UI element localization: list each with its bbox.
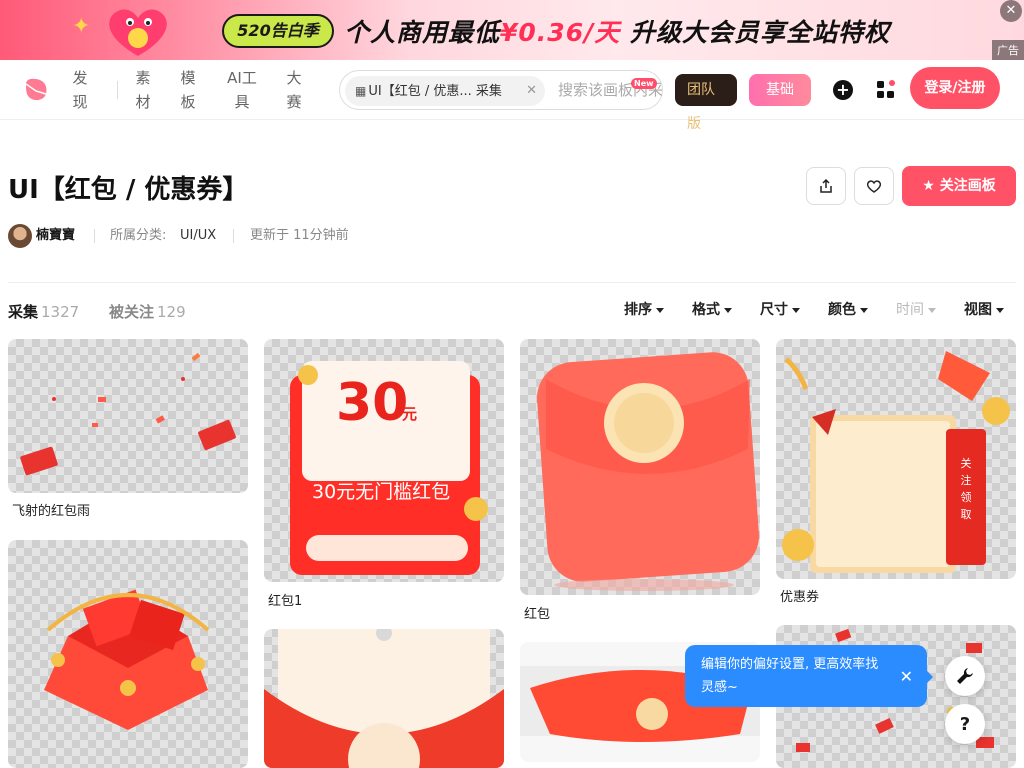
preference-toast: 编辑你的偏好设置, 更高效率找灵感~ ✕ [685,645,933,707]
pin-image [8,339,248,493]
tab-followers-count: 129 [157,303,186,321]
filter-color-label: 颜色 [828,302,856,318]
3d-red-envelope-art [537,352,759,591]
coupon-unit: 元 [402,405,418,423]
filter-view[interactable]: 视图 [964,299,1004,319]
board-grid-icon: ▦ [355,84,367,98]
envelope-letter-art [264,629,504,768]
star-icon: ★ [922,178,935,194]
promo-price: ¥0.36/天 [500,18,621,47]
header-divider [8,282,1016,283]
520-badge: 520告白季 [222,14,334,48]
ad-label: 广告 [992,40,1024,60]
avatar[interactable] [8,224,32,248]
chevron-down-icon [928,307,936,313]
filter-format[interactable]: 格式 [692,299,732,319]
banner-close-button[interactable]: ✕ [1000,0,1022,22]
pin-image [520,339,760,595]
create-plus-icon[interactable]: + [833,80,853,100]
nav-ai-tools[interactable]: AI工具 [224,66,260,114]
filter-sort[interactable]: 排序 [624,299,664,319]
nav-discover[interactable]: 发现 [71,66,89,114]
promo-banner[interactable]: ✦ 520告白季 个人商用最低¥0.36/天 升级大会员享全站特权 ✕ 广告 [0,0,1024,60]
pin-image: 30 元 30元无门槛红包 [264,339,504,582]
chevron-down-icon [996,307,1004,313]
filter-time: 时间 [896,299,936,319]
chevron-down-icon [724,307,732,313]
promo-text: 个人商用最低¥0.36/天 升级大会员享全站特权 [344,13,890,49]
nav-contest[interactable]: 大赛 [285,66,303,114]
search-bar[interactable]: ▦UI【红包 / 优惠... 采集 ✕ 搜索该画板内采集 [339,70,663,110]
coupon-voucher-art [782,351,1010,573]
pin-image: 关注领取 [776,339,1016,579]
basic-plan-button[interactable]: 基础 [749,74,811,106]
nav-separator [117,81,118,99]
filter-format-label: 格式 [692,302,720,318]
mascot-heart-image [109,9,167,57]
help-icon: ? [959,713,971,735]
wrench-icon [957,668,973,684]
pin-caption: 飞射的红包雨 [12,504,91,519]
tab-followers-label: 被关注 [109,303,155,321]
tab-followers[interactable]: 被关注 129 [109,301,186,322]
coupon-amount: 30 [336,373,409,433]
sparkle-icon: ✦ [72,14,91,39]
filter-size[interactable]: 尺寸 [760,299,800,319]
category-value[interactable]: UI/UX [180,226,216,246]
like-button[interactable] [854,167,894,205]
gift-box-envelopes-art [44,589,210,730]
updated-time: 更新于 11分钟前 [250,228,349,243]
team-plan-suffix: 版 [687,116,701,132]
pin-image [264,629,504,768]
login-register-button[interactable]: 登录/注册 [910,67,1000,109]
search-scope-label: UI【红包 / 优惠... 采集 [368,84,502,99]
search-scope-chip[interactable]: ▦ UI【红包 / 优惠... 采集 ✕ [345,76,545,106]
board-title: UI【红包 / 优惠券】 [8,175,249,205]
coupon-tag-text: 关注领取 [960,457,972,521]
logo-icon[interactable] [22,76,50,104]
follow-board-button[interactable]: ★ 关注画板 [902,166,1016,206]
apps-grid-icon[interactable] [876,80,896,100]
pin-caption: 红包 [524,607,551,622]
coupon-envelope-text: 30元无门槛红包 [312,481,451,503]
team-plan-button[interactable]: 团队 [675,74,737,106]
filter-color[interactable]: 颜色 [828,299,868,319]
pin-caption: 红包1 [268,594,303,609]
share-button[interactable] [806,167,846,205]
tab-collections-label: 采集 [8,303,39,321]
category-label: 所属分类: [110,228,167,243]
tab-collections[interactable]: 采集 1327 [8,301,79,322]
top-nav: 发现 素材 模板 AI工具 大赛 ▦ UI【红包 / 优惠... 采集 ✕ 搜索该… [0,60,1024,120]
chevron-down-icon [656,307,664,313]
filter-sort-label: 排序 [624,302,652,318]
help-button[interactable]: ? [945,704,985,744]
settings-wrench-button[interactable] [945,656,985,696]
pin-caption: 优惠券 [780,590,820,605]
heart-icon [866,180,882,193]
red-envelope-rain-art [20,352,236,476]
toast-close-icon[interactable]: ✕ [900,665,913,688]
chevron-down-icon [792,307,800,313]
follow-board-label: 关注画板 [939,178,996,194]
filter-size-label: 尺寸 [760,302,788,318]
promo-suffix: 升级大会员享全站特权 [629,18,890,47]
tab-collections-count: 1327 [41,303,80,321]
nav-materials[interactable]: 素材 [134,66,152,114]
promo-prefix: 个人商用最低 [344,18,501,47]
toast-message: 编辑你的偏好设置, 更高效率找灵感~ [701,657,879,695]
search-input[interactable]: 搜索该画板内采集 [558,71,662,109]
chevron-down-icon [860,307,868,313]
pin-image [8,540,248,768]
filter-time-label: 时间 [896,302,924,318]
filter-view-label: 视图 [964,302,992,318]
meta-separator [233,229,234,243]
author-name[interactable]: 楠寶寶 [36,226,75,246]
clear-scope-icon[interactable]: ✕ [526,76,537,106]
new-badge: New [631,78,657,89]
meta-separator [94,229,95,243]
share-icon [820,178,832,193]
nav-templates[interactable]: 模板 [179,66,197,114]
